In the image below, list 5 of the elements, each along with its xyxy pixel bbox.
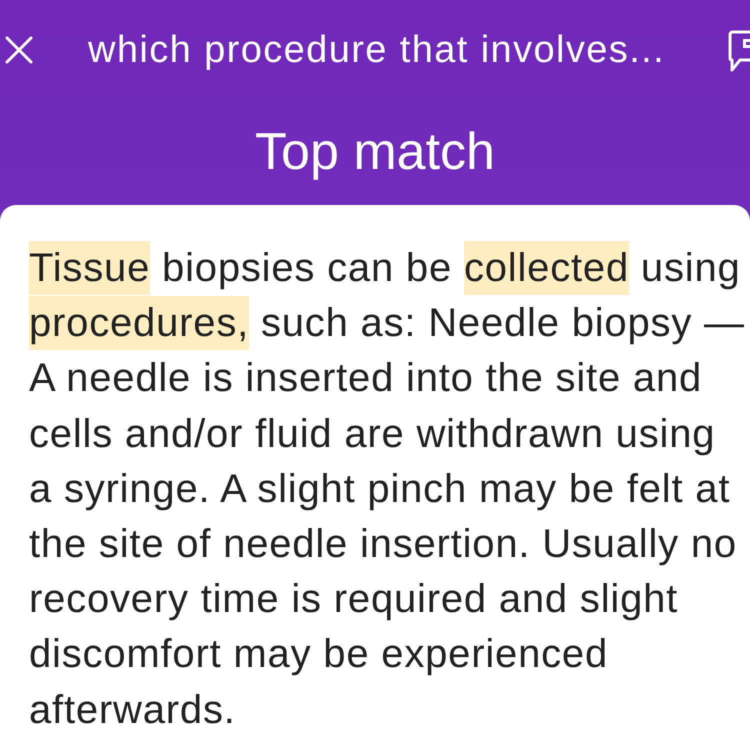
answer-paragraph: Tissue biopsies can be collected using procedures, such as: Needle biopsy — A needle is inserted into the site and cells and/or fluid are withdrawn using a syringe. A slight pinch may be felt at the site of needle insertion. Usually no recovery time is required and slight discomfort may be experienced afterwards. — [29, 241, 748, 738]
close-icon — [5, 36, 33, 64]
search-query[interactable]: which procedure that involves... — [88, 27, 666, 73]
page-title: Top match — [255, 122, 495, 182]
chat-bubble-icon[interactable] — [727, 29, 750, 73]
